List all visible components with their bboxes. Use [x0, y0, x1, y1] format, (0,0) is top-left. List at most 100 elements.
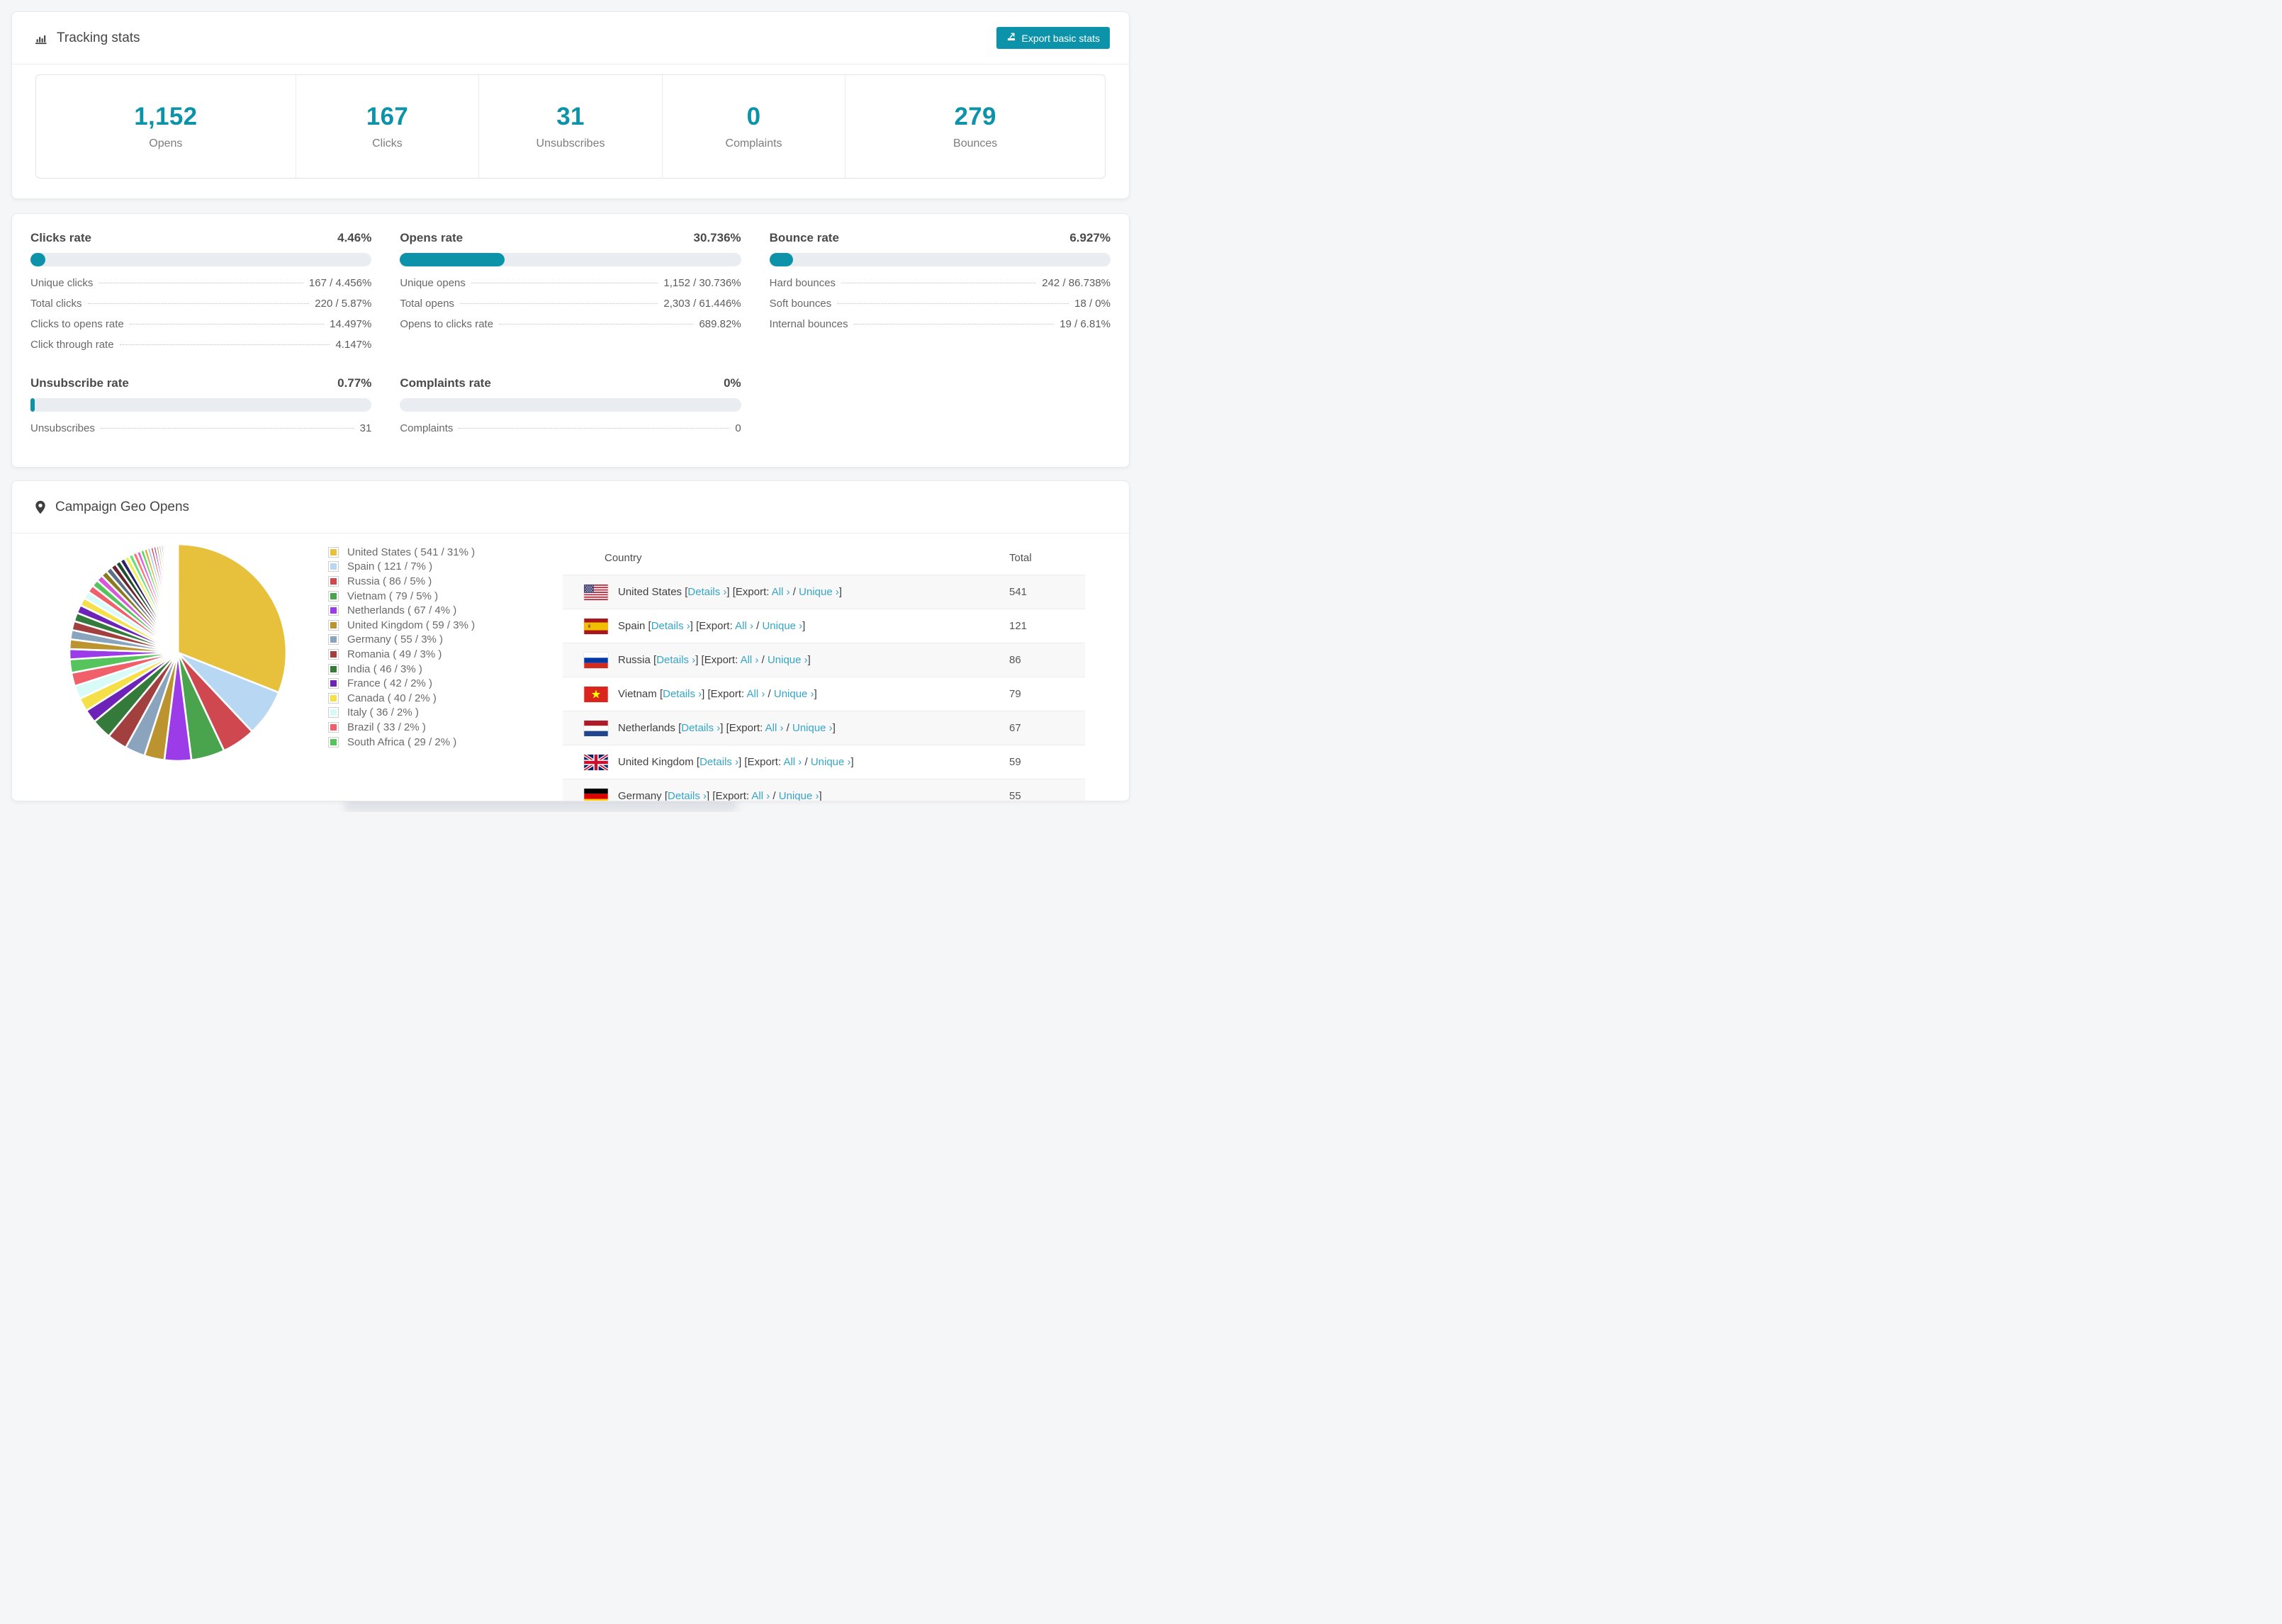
rate-title: Bounce rate [769, 231, 839, 244]
rate-value: 30.736% [693, 231, 741, 244]
rate-stat-value: 1,152 / 30.736% [663, 277, 741, 289]
stat-label: Unsubscribes [536, 137, 605, 150]
details-link[interactable]: Details › [681, 722, 720, 734]
rate-stat-label: Soft bounces [769, 298, 832, 310]
dotted-leader [853, 324, 1055, 325]
details-link[interactable]: Details › [663, 688, 702, 700]
export-all-link[interactable]: All › [765, 722, 784, 734]
progress-bar [769, 253, 1111, 266]
tracking-stats-header: Tracking stats Export basic stats [12, 12, 1129, 64]
export-basic-stats-button[interactable]: Export basic stats [996, 27, 1110, 49]
rate-block-unsubscribe-rate: Unsubscribe rate 0.77% Unsubscribes 31 [30, 376, 372, 443]
legend-swatch [328, 692, 339, 704]
export-all-link[interactable]: All › [783, 756, 802, 768]
rate-stat-row: Hard bounces 242 / 86.738% [770, 277, 1111, 298]
legend-swatch [328, 561, 339, 573]
legend-item-united-states[interactable]: United States ( 541 / 31% ) [328, 545, 475, 560]
legend-item-france[interactable]: France ( 42 / 2% ) [328, 676, 475, 691]
rate-stat-label: Internal bounces [769, 318, 848, 330]
legend-swatch [328, 707, 339, 718]
legend-item-romania[interactable]: Romania ( 49 / 3% ) [328, 647, 475, 662]
ru-flag-icon [584, 652, 608, 668]
export-unique-link[interactable]: Unique › [762, 620, 802, 632]
export-unique-link[interactable]: Unique › [792, 722, 833, 734]
legend-label: Brazil ( 33 / 2% ) [347, 721, 426, 733]
rate-stat-row: Total clicks 220 / 5.87% [30, 298, 371, 318]
export-all-link[interactable]: All › [747, 688, 765, 700]
export-icon [1006, 32, 1016, 44]
geo-title-wrap: Campaign Geo Opens [35, 500, 189, 515]
export-unique-link[interactable]: Unique › [779, 790, 819, 801]
legend-item-russia[interactable]: Russia ( 86 / 5% ) [328, 574, 475, 589]
total-cell: 86 [1009, 654, 1021, 666]
rate-value: 0.77% [337, 376, 372, 390]
progress-bar [30, 398, 372, 412]
details-link[interactable]: Details › [656, 654, 695, 666]
stat-complaints: 0 Complaints [661, 75, 845, 178]
bar-chart-icon [35, 32, 47, 45]
export-all-link[interactable]: All › [741, 654, 759, 666]
geo-opens-pie-chart [64, 539, 291, 766]
export-all-link[interactable]: All › [772, 586, 790, 598]
legend-item-south-africa[interactable]: South Africa ( 29 / 2% ) [328, 735, 475, 750]
legend-item-germany[interactable]: Germany ( 55 / 3% ) [328, 633, 475, 648]
legend-swatch [328, 575, 339, 587]
rate-stat-row: Opens to clicks rate 689.82% [400, 318, 741, 339]
stat-clicks: 167 Clicks [295, 75, 479, 178]
details-link[interactable]: Details › [668, 790, 707, 801]
rate-block-complaints-rate: Complaints rate 0% Complaints 0 [400, 376, 741, 443]
legend-item-canada[interactable]: Canada ( 40 / 2% ) [328, 691, 475, 706]
rate-stat-value: 242 / 86.738% [1042, 277, 1111, 289]
geo-table-row-ru: Russia [Details ›] [Export: All › / Uniq… [563, 643, 1085, 677]
total-cell: 79 [1009, 688, 1021, 700]
rate-stat-label: Unsubscribes [30, 422, 95, 434]
details-link[interactable]: Details › [687, 586, 726, 598]
export-all-link[interactable]: All › [735, 620, 753, 632]
legend-item-spain[interactable]: Spain ( 121 / 7% ) [328, 560, 475, 575]
tracking-stats-page: Tracking stats Export basic stats 1,152 O… [0, 0, 1141, 812]
dotted-leader [100, 428, 354, 429]
export-unique-link[interactable]: Unique › [811, 756, 851, 768]
legend-item-vietnam[interactable]: Vietnam ( 79 / 5% ) [328, 589, 475, 604]
legend-item-italy[interactable]: Italy ( 36 / 2% ) [328, 706, 475, 721]
rate-stat-value: 689.82% [699, 318, 741, 330]
details-link[interactable]: Details › [651, 620, 690, 632]
rate-stat-row: Clicks to opens rate 14.497% [30, 318, 371, 339]
legend-swatch [328, 736, 339, 748]
legend-label: United States ( 541 / 31% ) [347, 546, 476, 558]
rate-stat-label: Unique opens [400, 277, 466, 289]
legend-item-brazil[interactable]: Brazil ( 33 / 2% ) [328, 720, 475, 735]
legend-swatch [328, 663, 339, 675]
rate-stat-row: Soft bounces 18 / 0% [770, 298, 1111, 318]
rate-value: 0% [724, 376, 741, 390]
legend-label: Italy ( 36 / 2% ) [347, 706, 419, 719]
legend-label: Germany ( 55 / 3% ) [347, 633, 444, 646]
rate-stat-row: Unique opens 1,152 / 30.736% [400, 277, 741, 298]
export-unique-link[interactable]: Unique › [799, 586, 839, 598]
country-cell: Vietnam [Details ›] [Export: All › / Uni… [618, 688, 817, 700]
legend-item-india[interactable]: India ( 46 / 3% ) [328, 662, 475, 677]
dotted-leader [459, 428, 730, 429]
rate-stat-value: 19 / 6.81% [1060, 318, 1111, 330]
rate-stat-label: Total clicks [30, 298, 82, 310]
export-all-link[interactable]: All › [751, 790, 770, 801]
geo-table-row-nl: Netherlands [Details ›] [Export: All › /… [563, 711, 1085, 745]
rate-block-opens-rate: Opens rate 30.736% Unique opens 1,152 / 30.… [400, 231, 741, 339]
details-link[interactable]: Details › [699, 756, 738, 768]
legend-swatch [328, 590, 339, 602]
legend-item-netherlands[interactable]: Netherlands ( 67 / 4% ) [328, 603, 475, 618]
legend-item-united-kingdom[interactable]: United Kingdom ( 59 / 3% ) [328, 618, 475, 633]
export-unique-link[interactable]: Unique › [768, 654, 808, 666]
campaign-geo-opens-card: Campaign Geo Opens United States ( 541 /… [11, 480, 1130, 801]
legend-label: Netherlands ( 67 / 4% ) [347, 604, 457, 617]
rate-value: 4.46% [337, 231, 372, 244]
rate-stat-value: 4.147% [335, 339, 372, 351]
legend-swatch [328, 678, 339, 689]
rate-stat-row: Complaints 0 [400, 422, 741, 443]
dotted-leader [499, 324, 694, 325]
total-cell: 541 [1009, 586, 1028, 598]
geo-title: Campaign Geo Opens [55, 499, 190, 514]
dotted-leader [460, 303, 658, 304]
geo-table-row-es: Spain [Details ›] [Export: All › / Uniqu… [563, 609, 1085, 643]
export-unique-link[interactable]: Unique › [774, 688, 814, 700]
